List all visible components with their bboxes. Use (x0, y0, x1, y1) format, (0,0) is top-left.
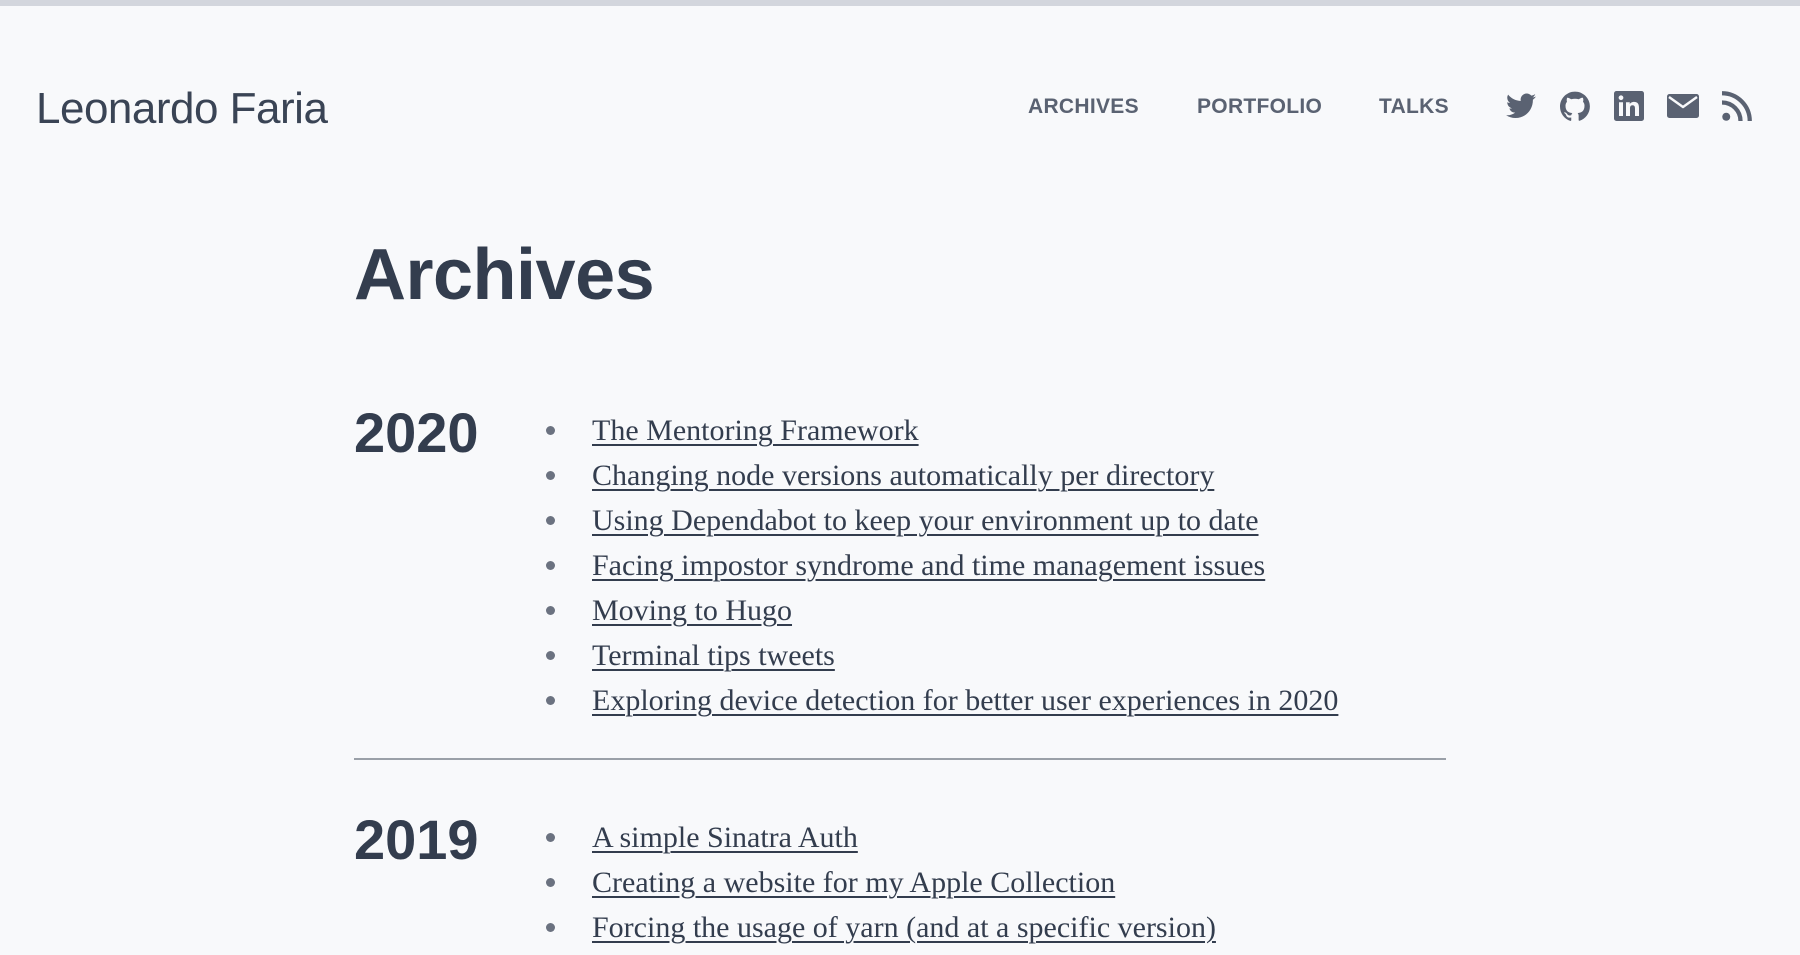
list-item: A simple Sinatra Auth (546, 815, 1216, 860)
list-item: Changing node versions automatically per… (546, 453, 1338, 498)
post-link[interactable]: Changing node versions automatically per… (592, 459, 1214, 492)
github-icon[interactable] (1559, 90, 1591, 122)
list-item: Exploring device detection for better us… (546, 678, 1338, 723)
post-link[interactable]: Forcing the usage of yarn (and at a spec… (592, 911, 1216, 944)
bullet (546, 833, 555, 842)
bullet (546, 561, 555, 570)
year-heading: 2020 (354, 401, 479, 464)
bullet (546, 696, 555, 705)
bullet (546, 516, 555, 525)
post-link[interactable]: Terminal tips tweets (592, 639, 835, 672)
list-item: Using Dependabot to keep your environmen… (546, 498, 1338, 543)
post-list: A simple Sinatra Auth Creating a website… (546, 815, 1216, 950)
list-item: Creating a website for my Apple Collecti… (546, 860, 1216, 905)
email-icon[interactable] (1667, 90, 1699, 122)
post-link[interactable]: Facing impostor syndrome and time manage… (592, 549, 1265, 582)
bullet (546, 426, 555, 435)
list-item: Moving to Hugo (546, 588, 1338, 633)
list-item: The Mentoring Framework (546, 408, 1338, 453)
site-title-link[interactable]: Leonardo Faria (36, 82, 328, 136)
nav-link-talks[interactable]: TALKS (1379, 95, 1449, 119)
list-item: Terminal tips tweets (546, 633, 1338, 678)
post-link[interactable]: The Mentoring Framework (592, 414, 919, 447)
bullet (546, 471, 555, 480)
post-list: The Mentoring Framework Changing node ve… (546, 408, 1338, 723)
list-item: Facing impostor syndrome and time manage… (546, 543, 1338, 588)
year-heading: 2019 (354, 808, 479, 871)
bullet (546, 651, 555, 660)
post-link[interactable]: Using Dependabot to keep your environmen… (592, 504, 1259, 537)
twitter-icon[interactable] (1505, 90, 1537, 122)
nav-link-archives[interactable]: ARCHIVES (1028, 95, 1139, 119)
list-item: Forcing the usage of yarn (and at a spec… (546, 905, 1216, 950)
top-accent-bar (0, 0, 1800, 6)
post-link[interactable]: Exploring device detection for better us… (592, 684, 1338, 717)
page-title: Archives (354, 235, 655, 315)
bullet (546, 878, 555, 887)
year-divider (354, 758, 1446, 760)
bullet (546, 606, 555, 615)
linkedin-icon[interactable] (1613, 90, 1645, 122)
bullet (546, 923, 555, 932)
post-link[interactable]: Creating a website for my Apple Collecti… (592, 866, 1115, 899)
post-link[interactable]: Moving to Hugo (592, 594, 792, 627)
nav-link-portfolio[interactable]: PORTFOLIO (1197, 95, 1322, 119)
post-link[interactable]: A simple Sinatra Auth (592, 821, 858, 854)
rss-icon[interactable] (1721, 90, 1753, 122)
